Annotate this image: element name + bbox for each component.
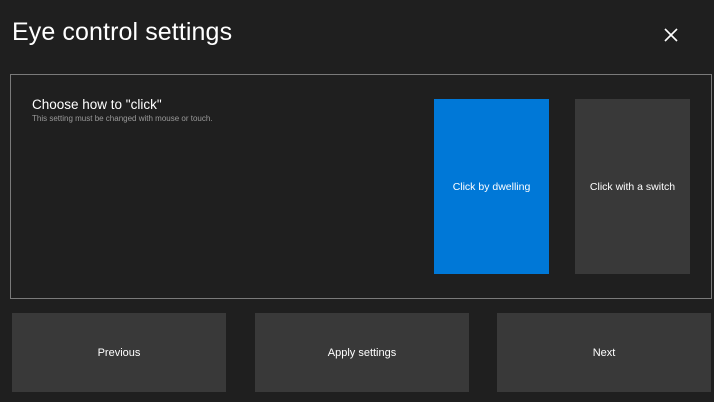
page-title: Eye control settings xyxy=(12,18,233,46)
click-setting-hint: This setting must be changed with mouse … xyxy=(32,114,213,123)
next-button[interactable]: Next xyxy=(497,313,711,392)
close-button[interactable] xyxy=(656,20,686,50)
apply-settings-button-label: Apply settings xyxy=(327,346,397,359)
previous-button[interactable]: Previous xyxy=(12,313,226,392)
apply-settings-button[interactable]: Apply settings xyxy=(255,313,469,392)
click-with-switch-option[interactable]: Click with a switch xyxy=(575,99,690,274)
close-icon xyxy=(664,28,678,42)
previous-button-label: Previous xyxy=(97,346,141,359)
click-setting-label: Choose how to "click" xyxy=(32,97,162,112)
click-by-dwelling-option[interactable]: Click by dwelling xyxy=(434,99,549,274)
click-setting-panel: Choose how to "click" This setting must … xyxy=(10,74,712,299)
click-by-dwelling-label: Click by dwelling xyxy=(452,180,531,193)
next-button-label: Next xyxy=(592,346,616,359)
click-with-switch-label: Click with a switch xyxy=(589,180,676,193)
